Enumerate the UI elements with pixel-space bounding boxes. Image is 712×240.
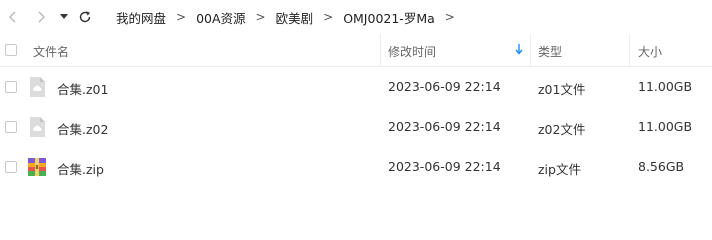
file-name[interactable]: 合集.z02 [57,119,108,138]
refresh-icon [79,11,91,23]
column-divider[interactable] [530,34,531,66]
column-header-modified[interactable]: 修改时间 [388,43,436,60]
cloud-file-icon [30,77,45,97]
refresh-button[interactable] [76,6,94,28]
column-header-size[interactable]: 大小 [638,43,662,60]
column-header-name[interactable]: 文件名 [33,43,69,60]
caret-down-icon [60,14,68,19]
file-type: z02文件 [538,122,586,137]
chevron-left-icon [9,11,16,23]
file-modified: 2023-06-09 22:14 [388,159,501,174]
breadcrumb-item[interactable]: 我的网盘 [116,8,166,27]
breadcrumb-separator-icon: > [323,10,334,24]
column-divider[interactable] [380,34,381,66]
file-type: z01文件 [538,82,586,97]
table-row[interactable]: 合集.zip 2023-06-09 22:14 zip文件 8.56GB [0,147,712,187]
breadcrumb-separator-icon: > [255,10,266,24]
file-size: 11.00GB [638,79,693,94]
chevron-right-icon [38,11,45,23]
breadcrumb-separator-icon: > [444,10,455,24]
table-header: 文件名 修改时间 类型 大小 [0,34,712,67]
breadcrumb-item[interactable]: OMJ0021-罗Ma [343,8,435,27]
select-all-checkbox[interactable] [5,44,17,56]
row-checkbox[interactable] [5,161,17,173]
column-header-type[interactable]: 类型 [538,43,562,60]
breadcrumb-separator-icon: > [176,10,187,24]
zip-archive-icon [28,158,46,176]
row-checkbox[interactable] [5,81,17,93]
back-button[interactable] [4,6,22,28]
breadcrumb-item[interactable]: 00A资源 [196,8,245,27]
file-name[interactable]: 合集.z01 [57,79,108,98]
navigation-bar: 我的网盘 > 00A资源 > 欧美剧 > OMJ0021-罗Ma > [0,0,712,34]
file-modified: 2023-06-09 22:14 [388,79,501,94]
file-type: zip文件 [538,162,581,177]
forward-button[interactable] [32,6,50,28]
file-modified: 2023-06-09 22:14 [388,119,501,134]
file-size: 11.00GB [638,119,693,134]
row-checkbox[interactable] [5,121,17,133]
file-name[interactable]: 合集.zip [57,159,104,178]
breadcrumb: 我的网盘 > 00A资源 > 欧美剧 > OMJ0021-罗Ma > [116,8,465,26]
table-row[interactable]: 合集.z01 2023-06-09 22:14 z01文件 11.00GB [0,67,712,107]
column-divider[interactable] [629,34,630,66]
table-row[interactable]: 合集.z02 2023-06-09 22:14 z02文件 11.00GB [0,107,712,147]
file-size: 8.56GB [638,159,685,174]
history-dropdown-button[interactable] [57,6,71,28]
sort-descending-icon[interactable] [515,43,523,55]
cloud-file-icon [30,117,45,137]
breadcrumb-item[interactable]: 欧美剧 [276,8,314,27]
